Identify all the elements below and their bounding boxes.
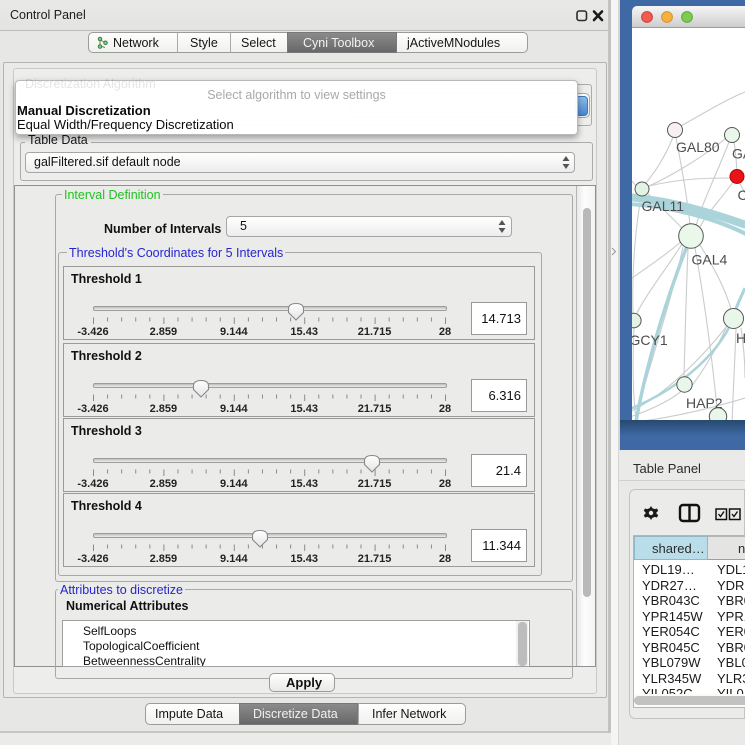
svg-text:C: C	[738, 187, 745, 203]
svg-text:GCY1: GCY1	[632, 332, 668, 348]
svg-text:GAL80: GAL80	[676, 139, 720, 155]
svg-text:HAP2: HAP2	[686, 395, 723, 411]
svg-text:GAL11: GAL11	[642, 198, 685, 214]
svg-text:GAL4: GAL4	[692, 252, 728, 268]
svg-text:GA: GA	[732, 146, 745, 162]
svg-text:H: H	[736, 330, 745, 346]
